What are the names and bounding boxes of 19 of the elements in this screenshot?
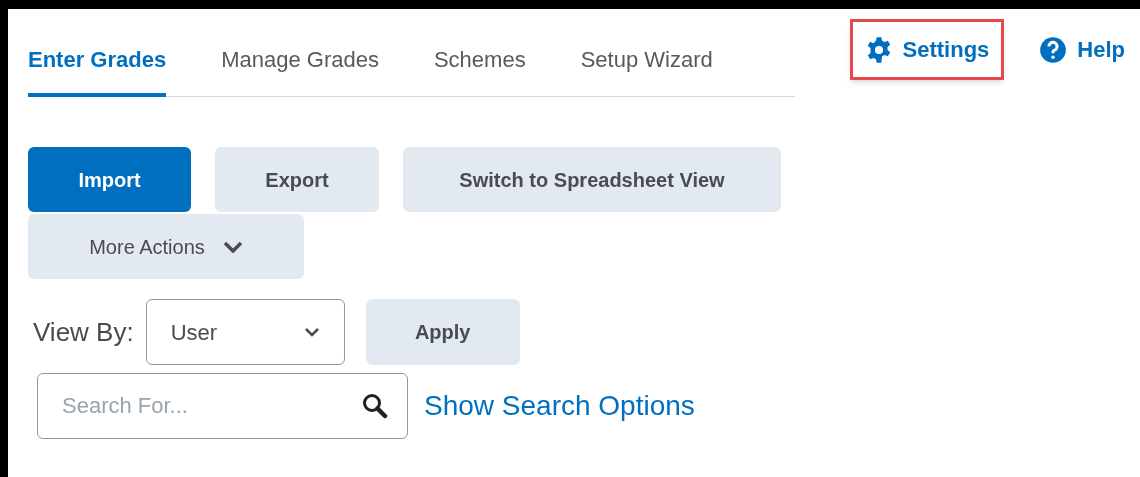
view-by-label: View By: (33, 315, 134, 349)
search-field[interactable]: Search For... (37, 373, 408, 439)
action-button[interactable]: Export (215, 147, 379, 212)
tab[interactable]: Manage Grades (221, 37, 379, 97)
help-link[interactable]: Help (1039, 33, 1125, 66)
action-button[interactable]: Import (28, 147, 191, 212)
settings-link[interactable]: Settings (864, 33, 990, 66)
show-search-options-link[interactable]: Show Search Options (424, 385, 695, 427)
more-actions-button[interactable]: More Actions (28, 214, 304, 279)
tab[interactable]: Setup Wizard (580, 37, 713, 97)
view-by-select[interactable]: User (145, 299, 345, 365)
help-icon (1039, 35, 1068, 64)
chevron-down-icon (303, 327, 320, 337)
tab[interactable]: Schemes (433, 37, 526, 97)
tab[interactable]: Enter Grades (28, 37, 167, 97)
chevron-down-icon (222, 240, 243, 253)
search-icon[interactable] (362, 393, 388, 419)
apply-button[interactable]: Apply (365, 299, 520, 365)
action-button[interactable]: Switch to Spreadsheet View (403, 147, 781, 212)
